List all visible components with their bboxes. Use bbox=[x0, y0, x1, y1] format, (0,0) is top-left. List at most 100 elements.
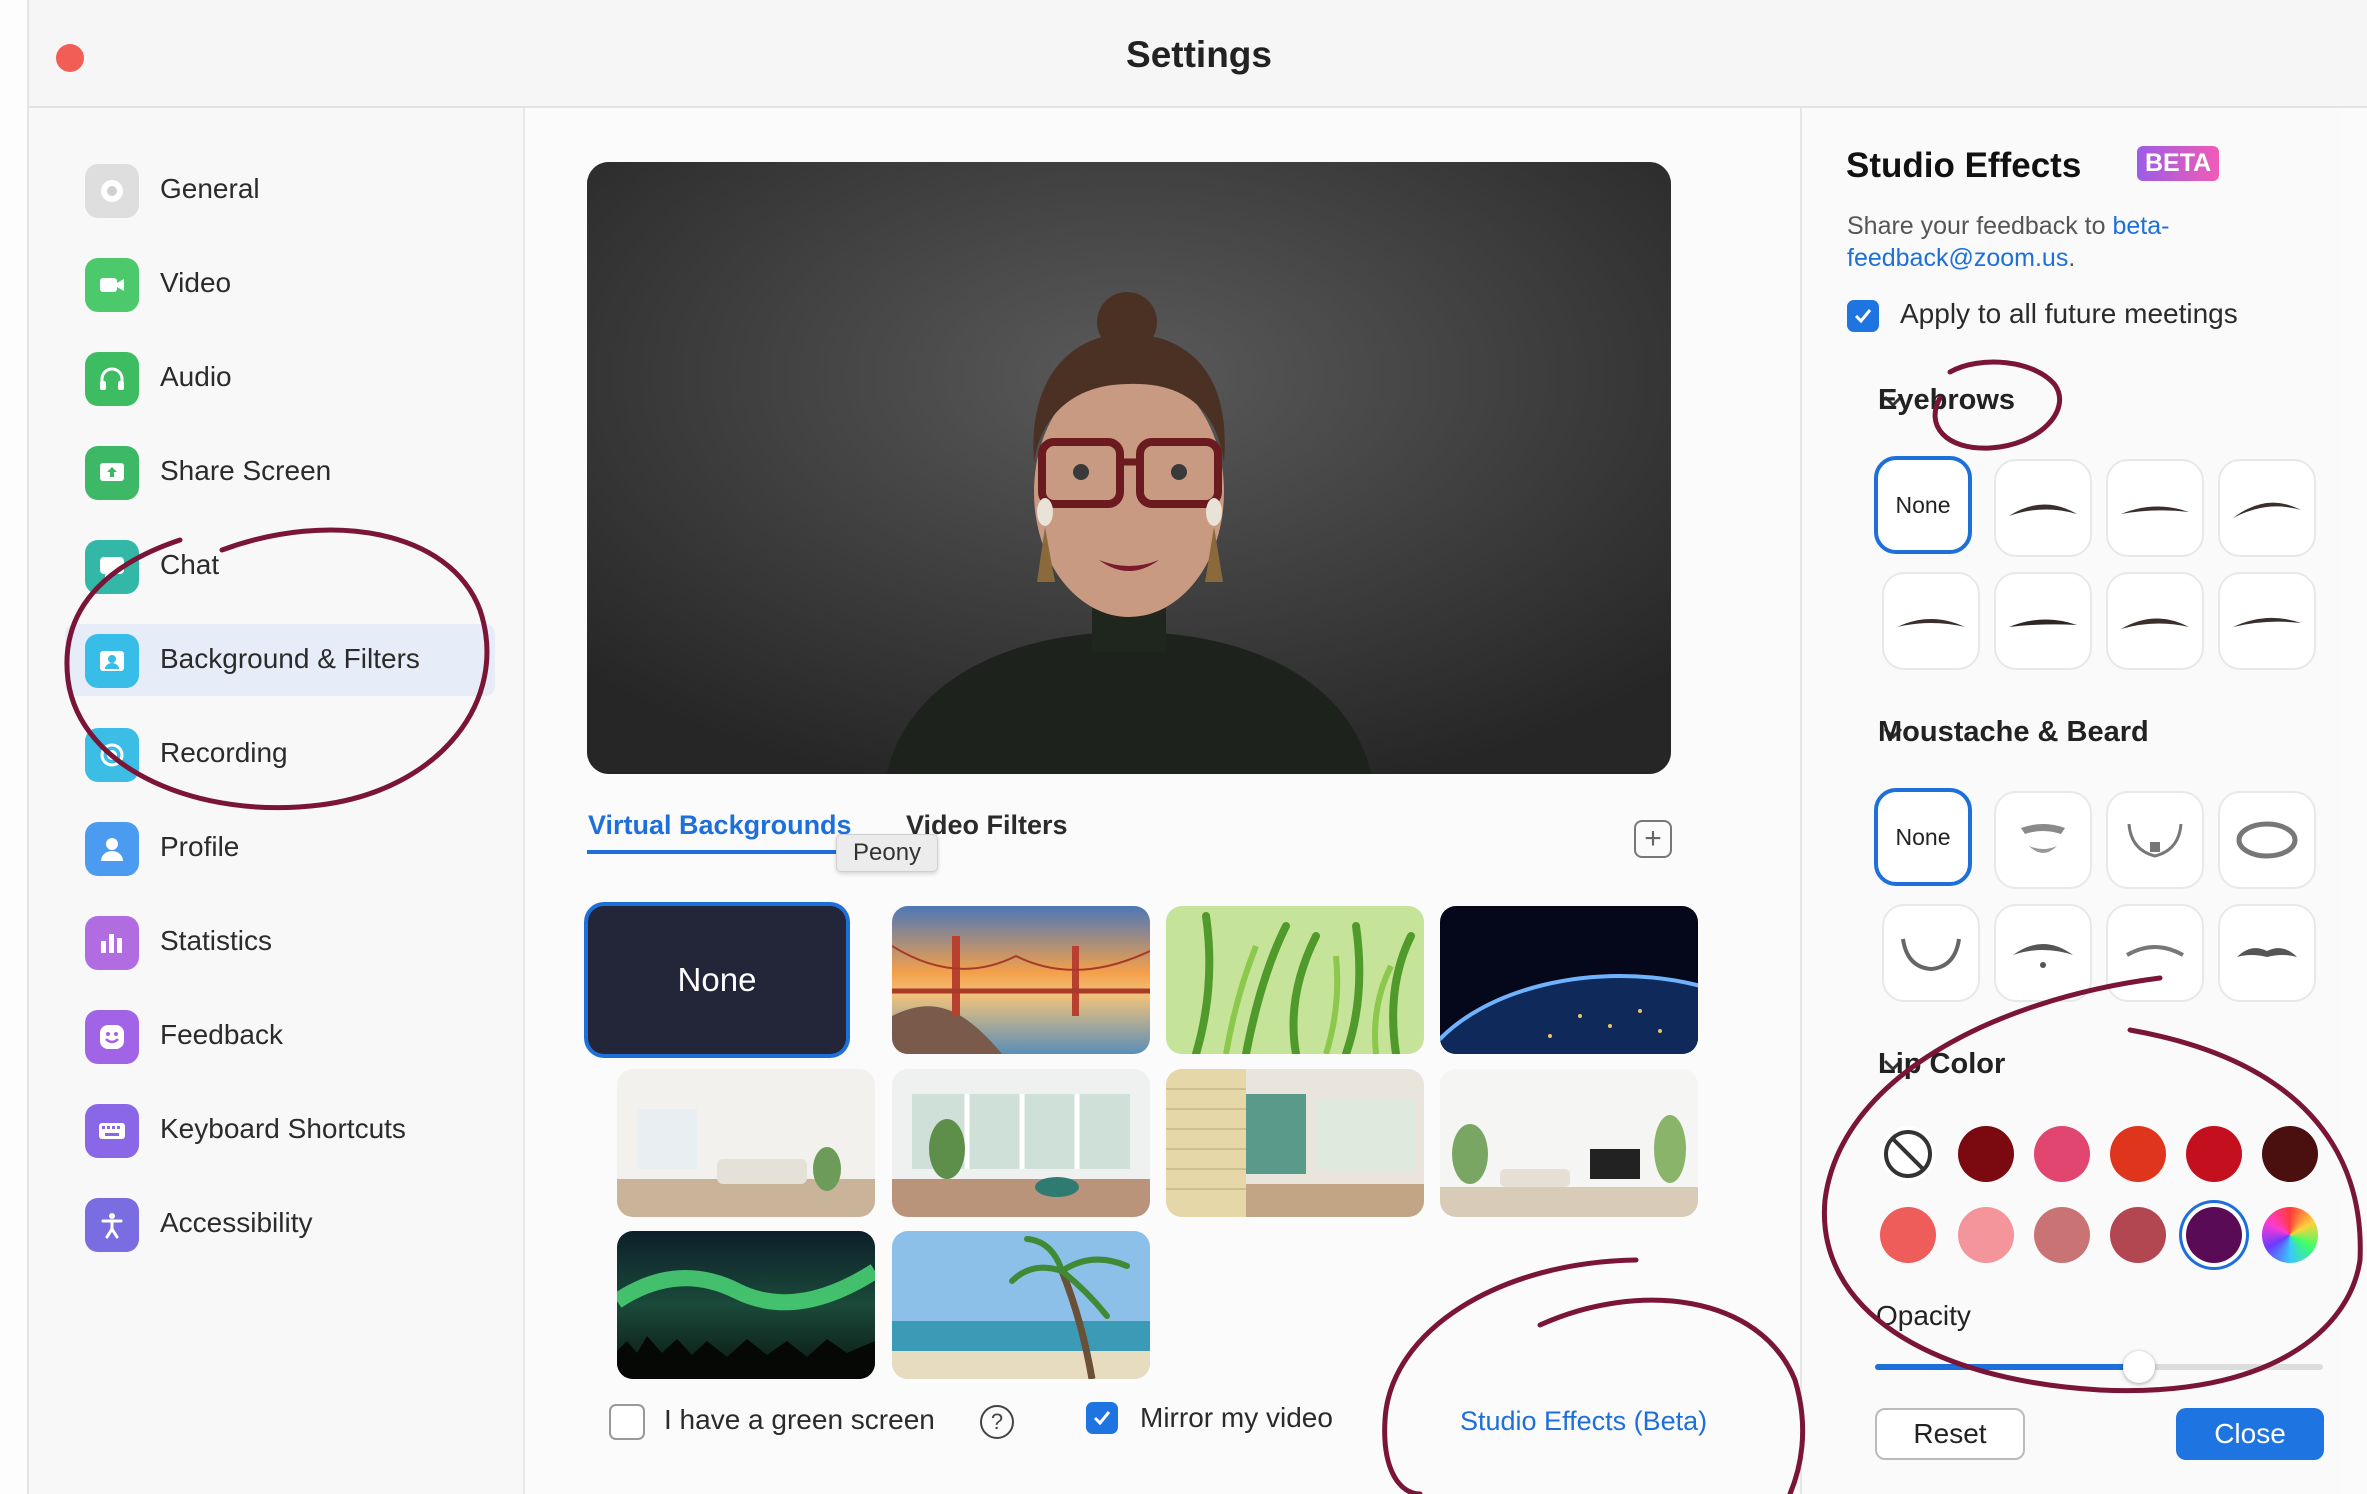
sidebar-item-share-screen[interactable]: Share Screen bbox=[65, 436, 495, 508]
sidebar-item-statistics[interactable]: Statistics bbox=[65, 906, 495, 978]
lip-color-swatch[interactable] bbox=[2034, 1126, 2090, 1182]
beard-style-7[interactable] bbox=[2218, 904, 2316, 1002]
lip-color-swatch-selected[interactable] bbox=[2186, 1207, 2242, 1263]
eyebrow-style-1[interactable] bbox=[1994, 459, 2092, 557]
headphones-icon bbox=[85, 352, 139, 406]
bar-chart-icon bbox=[85, 916, 139, 970]
opacity-slider-fill bbox=[1875, 1364, 2139, 1370]
beard-style-2[interactable] bbox=[2106, 791, 2204, 889]
sidebar-item-chat[interactable]: Chat bbox=[65, 530, 495, 602]
sidebar-item-label: Recording bbox=[160, 737, 288, 768]
moustache-none-option[interactable]: None bbox=[1874, 788, 1972, 886]
sidebar-item-label: General bbox=[160, 173, 260, 204]
help-icon[interactable]: ? bbox=[980, 1405, 1014, 1439]
eyebrow-style-2[interactable] bbox=[2106, 459, 2204, 557]
lip-color-swatch[interactable] bbox=[2262, 1126, 2318, 1182]
opacity-label: Opacity bbox=[1876, 1300, 1971, 1331]
sidebar-item-label: Keyboard Shortcuts bbox=[160, 1113, 406, 1144]
background-earth-from-space[interactable] bbox=[1440, 906, 1698, 1054]
active-tab-indicator bbox=[587, 850, 873, 854]
plus-icon: + bbox=[1644, 822, 1662, 855]
opacity-slider-handle[interactable] bbox=[2123, 1351, 2155, 1383]
background-white-lounge[interactable] bbox=[1440, 1069, 1698, 1217]
background-white-living-room[interactable] bbox=[617, 1069, 875, 1217]
person-icon bbox=[85, 822, 139, 876]
video-camera-icon bbox=[85, 258, 139, 312]
sidebar-item-general[interactable]: General bbox=[65, 154, 495, 226]
smiley-icon bbox=[85, 1010, 139, 1064]
beard-style-6[interactable] bbox=[2106, 904, 2204, 1002]
tab-virtual-backgrounds[interactable]: Virtual Backgrounds bbox=[588, 810, 852, 841]
beard-style-1[interactable] bbox=[1994, 791, 2092, 889]
lip-color-swatch[interactable] bbox=[1958, 1126, 2014, 1182]
sidebar-item-feedback[interactable]: Feedback bbox=[65, 1000, 495, 1072]
person-video-frame bbox=[587, 162, 1671, 774]
mirror-video-checkbox[interactable] bbox=[1086, 1402, 1118, 1434]
apply-all-meetings-checkbox[interactable] bbox=[1847, 300, 1879, 332]
eyebrows-section-title[interactable]: Eyebrows bbox=[1878, 384, 2015, 417]
sidebar-item-keyboard-shortcuts[interactable]: Keyboard Shortcuts bbox=[65, 1094, 495, 1166]
background-grass[interactable] bbox=[1166, 906, 1424, 1054]
eyebrow-style-7[interactable] bbox=[2218, 572, 2316, 670]
no-color-icon bbox=[1884, 1130, 1932, 1178]
beard-icon bbox=[1901, 938, 1961, 972]
beard-icon bbox=[2021, 824, 2065, 853]
sidebar-item-label: Share Screen bbox=[160, 455, 332, 486]
lip-color-section-title[interactable]: Lip Color bbox=[1878, 1048, 2005, 1081]
sidebar-item-label: Accessibility bbox=[160, 1207, 313, 1238]
background-tooltip: Peony bbox=[836, 834, 939, 872]
background-sunroom-living-room[interactable] bbox=[892, 1069, 1150, 1217]
lip-color-swatch[interactable] bbox=[1958, 1207, 2014, 1263]
sidebar-item-label: Statistics bbox=[160, 925, 273, 956]
eyebrow-icon bbox=[2233, 617, 2301, 627]
lip-color-swatch[interactable] bbox=[2110, 1126, 2166, 1182]
sidebar: General Video Audio Share Screen Chat Ba… bbox=[29, 108, 525, 1494]
sidebar-item-profile[interactable]: Profile bbox=[65, 812, 495, 884]
moustache-icon bbox=[2126, 945, 2184, 957]
eyebrows-none-option[interactable]: None bbox=[1874, 456, 1972, 554]
eyebrow-style-4[interactable] bbox=[1882, 572, 1980, 670]
sidebar-item-audio[interactable]: Audio bbox=[65, 342, 495, 414]
eyebrow-icon bbox=[2121, 506, 2189, 514]
sidebar-item-label: Audio bbox=[160, 361, 232, 392]
keyboard-icon bbox=[85, 1104, 139, 1158]
checkmark-icon bbox=[1854, 309, 1872, 324]
custom-color-picker-icon[interactable] bbox=[2262, 1207, 2318, 1263]
eyebrows-none-label: None bbox=[1895, 491, 1951, 518]
background-palm-beach[interactable] bbox=[892, 1231, 1150, 1379]
lip-color-swatch[interactable] bbox=[2110, 1207, 2166, 1263]
sidebar-item-background-filters[interactable]: Background & Filters bbox=[65, 624, 495, 696]
background-aurora[interactable] bbox=[617, 1231, 875, 1379]
lip-color-swatch[interactable] bbox=[1880, 1207, 1936, 1263]
mirror-video-label: Mirror my video bbox=[1140, 1402, 1333, 1433]
eyebrow-style-3[interactable] bbox=[2218, 459, 2316, 557]
video-preview bbox=[587, 162, 1671, 774]
moustache-icon bbox=[2013, 944, 2073, 968]
close-button[interactable]: Close bbox=[2176, 1408, 2324, 1460]
feedback-suffix: . bbox=[2068, 244, 2076, 272]
green-screen-checkbox[interactable] bbox=[609, 1404, 645, 1440]
lip-color-swatch[interactable] bbox=[2034, 1207, 2090, 1263]
moustache-section-title[interactable]: Moustache & Beard bbox=[1878, 716, 2149, 749]
beard-style-3[interactable] bbox=[2218, 791, 2316, 889]
background-golden-gate-bridge[interactable] bbox=[892, 906, 1150, 1054]
sidebar-item-accessibility[interactable]: Accessibility bbox=[65, 1188, 495, 1260]
lip-color-none-option[interactable] bbox=[1880, 1126, 1936, 1182]
studio-effects-link[interactable]: Studio Effects (Beta) bbox=[1460, 1406, 1707, 1437]
lip-color-swatch[interactable] bbox=[2186, 1126, 2242, 1182]
reset-button[interactable]: Reset bbox=[1875, 1408, 2025, 1460]
accessibility-icon bbox=[85, 1198, 139, 1252]
eyebrow-style-6[interactable] bbox=[2106, 572, 2204, 670]
beard-style-5[interactable] bbox=[1994, 904, 2092, 1002]
add-background-button[interactable]: + bbox=[1634, 820, 1672, 858]
sidebar-item-recording[interactable]: Recording bbox=[65, 718, 495, 790]
beard-style-4[interactable] bbox=[1882, 904, 1980, 1002]
sidebar-item-label: Chat bbox=[160, 549, 220, 580]
apply-all-meetings-label: Apply to all future meetings bbox=[1900, 298, 2238, 329]
background-brick-patio-room[interactable] bbox=[1166, 1069, 1424, 1217]
green-screen-label: I have a green screen bbox=[664, 1404, 935, 1435]
record-icon bbox=[85, 728, 139, 782]
eyebrow-style-5[interactable] bbox=[1994, 572, 2092, 670]
sidebar-item-video[interactable]: Video bbox=[65, 248, 495, 320]
background-none-option[interactable]: None bbox=[588, 906, 846, 1054]
